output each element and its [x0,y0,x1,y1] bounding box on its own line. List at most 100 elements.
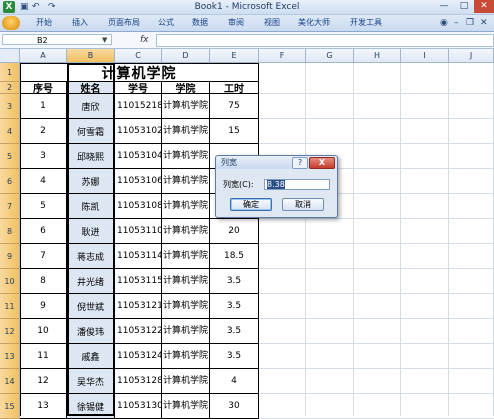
row-header-15[interactable]: 15 [0,394,20,419]
cell-name[interactable]: 倪世斌 [67,294,115,319]
cell-name[interactable]: 戚鑫 [67,344,115,369]
row-header-11[interactable]: 11 [0,294,20,319]
close-icon[interactable]: ✕ [474,0,494,13]
tab-insert[interactable]: 插入 [72,17,88,29]
cell-college[interactable]: 计算机学院 [162,94,210,119]
cell-id[interactable]: 11053104 [115,144,162,169]
cell-name[interactable]: 徐锡健 [67,394,115,419]
row-header-3[interactable]: 3 [0,94,20,119]
tab-formulas[interactable]: 公式 [158,17,174,29]
cell-college[interactable]: 计算机学院 [162,219,210,244]
cell-name[interactable]: 吴华杰 [67,369,115,394]
cell-hours[interactable]: 18.5 [210,244,259,269]
cell-college[interactable]: 计算机学院 [162,319,210,344]
tab-review[interactable]: 审阅 [228,17,244,29]
help-icon[interactable]: ◉ [440,17,448,29]
column-header-b[interactable]: B [67,49,115,63]
name-box[interactable]: B2 [2,34,112,45]
cell-no[interactable]: 4 [20,169,67,194]
column-header-j[interactable]: J [449,49,494,63]
cell-college[interactable]: 计算机学院 [162,294,210,319]
maximize-icon[interactable]: □ [454,0,474,13]
row-header-7[interactable]: 7 [0,194,20,219]
cell-hours[interactable]: 3.5 [210,269,259,294]
cell-id[interactable]: 11053114 [115,244,162,269]
tab-home[interactable]: 开始 [36,17,52,29]
chevron-down-icon[interactable]: ▼ [102,34,107,46]
cell-name[interactable]: 唐欣 [67,94,115,119]
cell-name[interactable]: 邱晓熙 [67,144,115,169]
cell-hours[interactable]: 3.5 [210,319,259,344]
table-title[interactable]: 计算机学院 [20,63,259,82]
fx-icon[interactable]: fx [140,34,149,46]
ribbon-restore-icon[interactable]: ❐ [466,17,474,29]
row-header-13[interactable]: 13 [0,344,20,369]
cell-id[interactable]: 11053106 [115,169,162,194]
cell-college[interactable]: 计算机学院 [162,344,210,369]
tab-developer[interactable]: 开发工具 [350,17,382,29]
cell-college[interactable]: 计算机学院 [162,119,210,144]
cell-no[interactable]: 12 [20,369,67,394]
column-header-c[interactable]: C [115,49,162,63]
minimize-icon[interactable]: — [434,0,454,13]
select-all-corner[interactable] [0,49,20,63]
cell-id[interactable]: 11053122 [115,319,162,344]
cell-no[interactable]: 6 [20,219,67,244]
row-header-1[interactable]: 1 [0,63,20,82]
header-name[interactable]: 姓名 [67,82,115,94]
row-header-4[interactable]: 4 [0,119,20,144]
cell-id[interactable]: 11015218 [115,94,162,119]
cell-college[interactable]: 计算机学院 [162,394,210,419]
header-id[interactable]: 学号 [115,82,162,94]
column-header-e[interactable]: E [210,49,259,63]
row-header-5[interactable]: 5 [0,144,20,169]
cell-name[interactable]: 潘俊玮 [67,319,115,344]
cell-id[interactable]: 11053128 [115,369,162,394]
cell-name[interactable]: 耿进 [67,219,115,244]
tab-view[interactable]: 视图 [264,17,280,29]
cancel-button[interactable]: 取消 [282,198,324,211]
cell-hours[interactable]: 30 [210,394,259,419]
column-header-g[interactable]: G [306,49,354,63]
row-header-9[interactable]: 9 [0,244,20,269]
column-header-a[interactable]: A [20,49,67,63]
row-header-6[interactable]: 6 [0,169,20,194]
dialog-titlebar[interactable]: 列宽 ? X [216,156,337,169]
ok-button[interactable]: 确定 [230,198,272,211]
cell-id[interactable]: 11053110 [115,219,162,244]
column-width-input[interactable]: 8.38 [264,179,330,190]
cell-no[interactable]: 11 [20,344,67,369]
cell-id[interactable]: 11053124 [115,344,162,369]
row-header-8[interactable]: 8 [0,219,20,244]
cell-hours[interactable]: 75 [210,94,259,119]
row-header-10[interactable]: 10 [0,269,20,294]
row-header-2[interactable]: 2 [0,82,20,94]
tab-beautify[interactable]: 美化大师 [298,17,330,29]
cell-hours[interactable]: 4 [210,369,259,394]
tab-data[interactable]: 数据 [192,17,208,29]
tab-page-layout[interactable]: 页面布局 [108,17,140,29]
close-icon[interactable]: X [309,157,335,169]
cell-no[interactable]: 1 [20,94,67,119]
help-icon[interactable]: ? [292,157,308,169]
cell-id[interactable]: 11053102 [115,119,162,144]
cell-name[interactable]: 何雪霜 [67,119,115,144]
cell-college[interactable]: 计算机学院 [162,169,210,194]
cell-hours[interactable]: 20 [210,219,259,244]
column-header-i[interactable]: I [401,49,449,63]
cell-name[interactable]: 蒋志成 [67,244,115,269]
ribbon-close-icon[interactable]: ✕ [480,17,488,29]
cell-hours[interactable]: 3.5 [210,344,259,369]
cell-no[interactable]: 8 [20,269,67,294]
header-no[interactable]: 序号 [20,82,67,94]
cell-no[interactable]: 3 [20,144,67,169]
cell-hours[interactable]: 3.5 [210,294,259,319]
cell-name[interactable]: 陈凯 [67,194,115,219]
column-header-h[interactable]: H [354,49,401,63]
cell-id[interactable]: 11053130 [115,394,162,419]
cell-hours[interactable]: 15 [210,119,259,144]
cell-college[interactable]: 计算机学院 [162,369,210,394]
cell-id[interactable]: 11053115 [115,269,162,294]
column-header-f[interactable]: F [259,49,306,63]
header-hours[interactable]: 工时 [210,82,259,94]
